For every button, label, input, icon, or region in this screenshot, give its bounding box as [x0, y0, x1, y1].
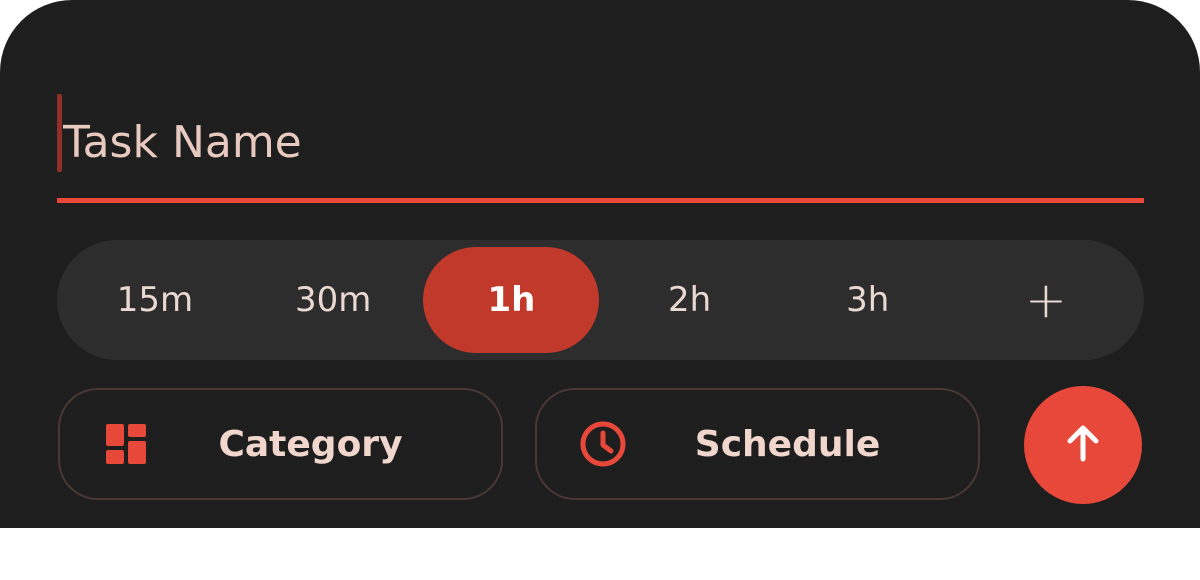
schedule-button[interactable]: Schedule: [535, 388, 980, 500]
task-name-underline: [57, 198, 1144, 203]
duration-selector: 15m 30m 1h 2h 3h +: [57, 240, 1144, 360]
category-label: Category: [218, 423, 403, 465]
schedule-label: Schedule: [694, 423, 881, 465]
duration-option-2h[interactable]: 2h: [602, 247, 778, 353]
duration-option-30m[interactable]: 30m: [245, 247, 421, 353]
duration-option-15m[interactable]: 15m: [67, 247, 243, 353]
clock-icon: [579, 420, 627, 468]
arrow-up-icon: [1061, 421, 1105, 470]
grid-icon: [102, 420, 150, 468]
task-name-field[interactable]: [57, 86, 1144, 204]
task-composer-sheet: 15m 30m 1h 2h 3h + Category Schedule: [0, 0, 1200, 528]
category-button[interactable]: Category: [58, 388, 503, 500]
submit-task-button[interactable]: [1024, 386, 1142, 504]
task-name-input[interactable]: [57, 86, 1144, 198]
duration-option-3h[interactable]: 3h: [780, 247, 956, 353]
add-duration-button[interactable]: +: [958, 247, 1134, 353]
duration-option-1h[interactable]: 1h: [423, 247, 600, 353]
